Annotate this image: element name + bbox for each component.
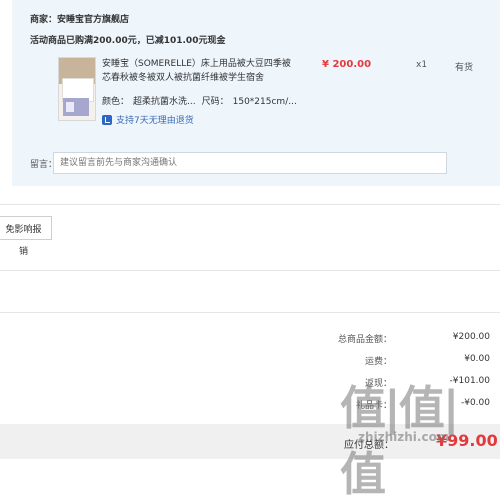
return-policy-text: 支持7天无理由退货 bbox=[116, 116, 194, 126]
return-policy: 支持7天无理由退货 bbox=[102, 113, 194, 126]
ad-button[interactable]: 免影响报销 bbox=[0, 216, 52, 256]
total-label: 总商品金额： bbox=[337, 335, 392, 345]
spec-color-label: 颜色： bbox=[102, 97, 130, 107]
product-quantity: x1 bbox=[416, 60, 428, 70]
watermark-url: zhizhizhi.com bbox=[358, 430, 450, 444]
divider bbox=[0, 312, 500, 313]
spec-size-label: 尺码： bbox=[201, 97, 229, 107]
merchant-name[interactable]: 商家：安睡宝官方旗舰店 bbox=[30, 12, 129, 25]
product-title[interactable]: 安睡宝（SOMERELLE）床上用品被大豆四季被芯春秋被冬被双人被抗菌纤维被学生… bbox=[102, 57, 292, 85]
stock-status: 有货 bbox=[455, 63, 474, 73]
shipping-value: ¥0.00 bbox=[464, 354, 490, 364]
promo-text: 活动商品已购满200.00元，已减101.00元现金 bbox=[30, 36, 226, 46]
shipping-label: 运费： bbox=[364, 357, 392, 367]
product-price: ¥ 200.00 bbox=[322, 59, 372, 70]
return-policy-icon bbox=[102, 114, 112, 125]
spec-color-value: 超柔抗菌水洗... bbox=[133, 97, 196, 107]
note-input[interactable] bbox=[53, 152, 447, 174]
total-value: ¥200.00 bbox=[452, 332, 490, 342]
spec-size-value: 150*215cm/... bbox=[232, 97, 297, 107]
product-thumbnail[interactable] bbox=[58, 57, 96, 121]
divider bbox=[0, 204, 500, 205]
product-spec: 颜色： 超柔抗菌水洗... 尺码： 150*215cm/... bbox=[102, 94, 303, 107]
divider bbox=[0, 270, 500, 271]
